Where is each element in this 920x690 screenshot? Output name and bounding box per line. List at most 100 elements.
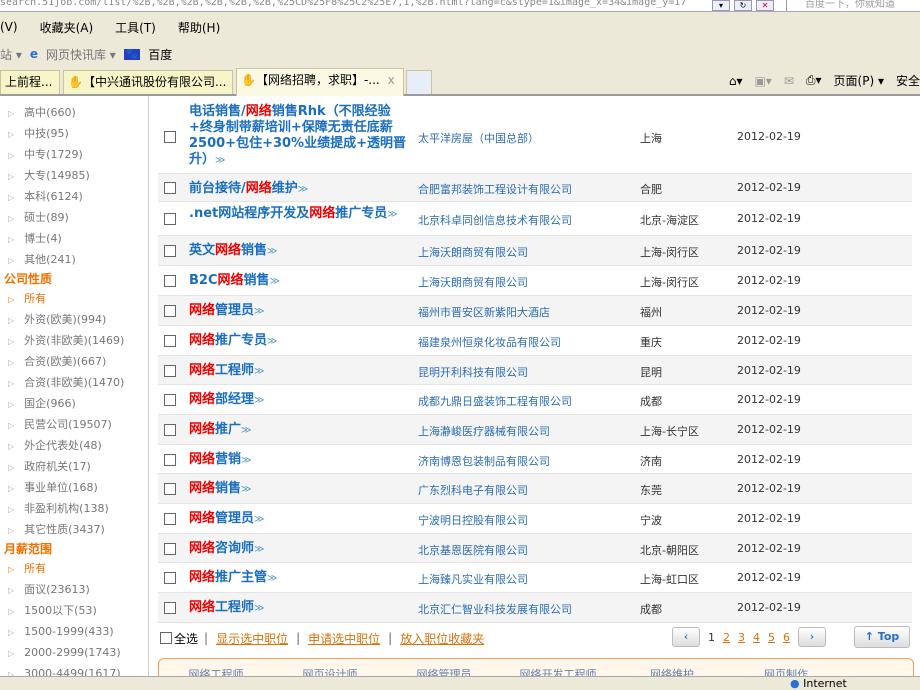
filter-education-item[interactable]: ▷ 硕士(89) [0, 207, 148, 228]
add-favorites-link[interactable]: 放入职位收藏夹 [400, 630, 484, 647]
related-job-link[interactable]: 网页设计师 [273, 666, 387, 676]
job-checkbox[interactable] [164, 245, 176, 257]
page-menu[interactable]: 页面(P) ▾ [834, 72, 884, 89]
company-link[interactable]: 福建泉州恒泉化妆品有限公司 [418, 334, 561, 350]
expand-icon[interactable]: ≫ [254, 514, 264, 525]
page-2[interactable]: 2 [723, 631, 730, 644]
filter-company_type-item[interactable]: ▷ 合资(欧美)(667) [0, 351, 148, 372]
expand-icon[interactable]: ≫ [267, 573, 277, 584]
job-checkbox[interactable] [164, 275, 176, 287]
company-link[interactable]: 上海沃朗商贸有限公司 [418, 274, 528, 290]
page-5[interactable]: 5 [768, 631, 775, 644]
select-all-label[interactable]: 全选 [174, 630, 198, 647]
company-link[interactable]: 北京科卓同创信息技术有限公司 [418, 212, 572, 228]
mail-icon[interactable]: ✉ [784, 74, 794, 88]
filter-salary-item[interactable]: ▷ 面议(23613) [0, 579, 148, 600]
filter-salary-item[interactable]: ▷ 1500-1999(433) [0, 621, 148, 642]
job-title-link[interactable]: 网络咨询师≫ [189, 541, 411, 558]
back-to-top-button[interactable]: ↑ Top [854, 626, 910, 648]
new-tab-button[interactable] [406, 70, 432, 94]
job-title-link[interactable]: 网络推广≫ [189, 422, 411, 439]
job-title-link[interactable]: 英文网络销售≫ [189, 243, 411, 260]
job-title-link[interactable]: 网络营销≫ [189, 452, 411, 469]
job-checkbox[interactable] [164, 335, 176, 347]
job-title-link[interactable]: 网络部经理≫ [189, 392, 411, 409]
company-link[interactable]: 宁波明日控股有限公司 [418, 512, 528, 528]
filter-education-item[interactable]: ▷ 其他(241) [0, 249, 148, 270]
search-input[interactable]: 百度一下，你就知道 [786, 0, 920, 11]
job-checkbox[interactable] [164, 305, 176, 317]
job-checkbox[interactable] [164, 572, 176, 584]
job-checkbox[interactable] [164, 602, 176, 614]
expand-icon[interactable]: ≫ [254, 603, 264, 614]
filter-company_type-item[interactable]: ▷ 合资(非欧美)(1470) [0, 372, 148, 393]
company-link[interactable]: 成都九鼎日盛装饰工程有限公司 [418, 393, 572, 409]
job-title-link[interactable]: 前台接待/网络维护≫ [189, 181, 411, 198]
filter-company_type-item[interactable]: ▷ 其它性质(3437) [0, 519, 148, 540]
menu-help[interactable]: 帮助(H) [178, 19, 220, 36]
link-webslice[interactable]: 网页快讯库 ▾ [46, 46, 116, 63]
job-checkbox[interactable] [164, 483, 176, 495]
job-checkbox[interactable] [164, 213, 176, 225]
dropdown-icon[interactable]: ▾ [712, 0, 730, 11]
expand-icon[interactable]: ≫ [241, 425, 251, 436]
job-checkbox[interactable] [164, 182, 176, 194]
expand-icon[interactable]: ≫ [267, 336, 277, 347]
job-checkbox[interactable] [164, 424, 176, 436]
company-link[interactable]: 北京汇仁智业科技发展有限公司 [418, 601, 572, 617]
job-checkbox[interactable] [164, 365, 176, 377]
expand-icon[interactable]: ≫ [298, 184, 308, 195]
job-checkbox[interactable] [164, 454, 176, 466]
close-tab-icon[interactable]: x [388, 73, 395, 87]
job-title-link[interactable]: 网络管理员≫ [189, 303, 411, 320]
filter-company_type-item[interactable]: ▷ 非盈利机构(138) [0, 498, 148, 519]
job-title-link[interactable]: 网络工程师≫ [189, 363, 411, 380]
apply-selected-link[interactable]: 申请选中职位 [308, 630, 380, 647]
print-icon[interactable]: ⎙▾ [806, 73, 822, 88]
menu-view[interactable]: (V) [0, 20, 18, 34]
job-checkbox[interactable] [164, 394, 176, 406]
filter-salary-item[interactable]: ▷ 3000-4499(1617) [0, 663, 148, 676]
expand-icon[interactable]: ≫ [241, 455, 251, 466]
expand-icon[interactable]: ≫ [254, 306, 264, 317]
filter-education-item[interactable]: ▷ 中技(95) [0, 123, 148, 144]
company-link[interactable]: 北京基恩医院有限公司 [418, 542, 528, 558]
filter-salary-item[interactable]: ▷ 1500以下(53) [0, 600, 148, 621]
expand-icon[interactable]: ≫ [270, 276, 280, 287]
job-title-link[interactable]: B2C网络销售≫ [189, 273, 411, 290]
related-job-link[interactable]: 网络工程师 [159, 666, 273, 676]
filter-company_type-item[interactable]: ▷ 政府机关(17) [0, 456, 148, 477]
related-job-link[interactable]: 网络维护 [615, 666, 729, 676]
job-checkbox[interactable] [164, 513, 176, 525]
company-link[interactable]: 合肥富邦装饰工程设计有限公司 [418, 181, 572, 197]
stop-icon[interactable]: ✕ [756, 0, 774, 11]
related-job-link[interactable]: 网络开发工程师 [501, 666, 615, 676]
job-title-link[interactable]: .net网站程序开发及网络推广专员≫ [189, 206, 411, 223]
link-site[interactable]: 站 ▾ [0, 46, 22, 63]
filter-education-item[interactable]: ▷ 博士(4) [0, 228, 148, 249]
job-title-link[interactable]: 网络管理员≫ [189, 511, 411, 528]
page-6[interactable]: 6 [783, 631, 790, 644]
tab-current[interactable]: ✋【网络招聘，求职】-... x [236, 68, 404, 96]
select-all-checkbox[interactable] [160, 632, 172, 644]
url-text[interactable]: search.51job.com/list/%2B,%2B,%2B,%2B,%2… [0, 0, 686, 8]
expand-icon[interactable]: ≫ [387, 209, 397, 220]
job-title-link[interactable]: 电话销售/网络销售Rhk（不限经验+终身制带薪培训+保障无责任底薪2500+包住… [189, 104, 411, 169]
expand-icon[interactable]: ≫ [254, 544, 264, 555]
expand-icon[interactable]: ≫ [215, 155, 225, 166]
job-title-link[interactable]: 网络销售≫ [189, 481, 411, 498]
home-icon[interactable]: ⌂▾ [729, 74, 743, 88]
job-title-link[interactable]: 网络推广专员≫ [189, 333, 411, 350]
company-link[interactable]: 福州市晋安区新紫阳大酒店 [418, 304, 550, 320]
filter-education-item[interactable]: ▷ 本科(6124) [0, 186, 148, 207]
filter-company_type-item[interactable]: ▷ 外资(非欧美)(1469) [0, 330, 148, 351]
menu-tools[interactable]: 工具(T) [115, 19, 156, 36]
tab-zte[interactable]: ✋【中兴通讯股份有限公司... [63, 70, 233, 94]
job-title-link[interactable]: 网络推广主管≫ [189, 570, 411, 587]
filter-company_type-item[interactable]: ▷ 外资(欧美)(994) [0, 309, 148, 330]
filter-company_type-item[interactable]: ▷ 事业单位(168) [0, 477, 148, 498]
company-link[interactable]: 上海臻凡实业有限公司 [418, 571, 528, 587]
filter-company_type-item[interactable]: ▷ 所有 [0, 288, 148, 309]
job-checkbox[interactable] [164, 543, 176, 555]
feeds-icon[interactable]: ▣▾ [754, 74, 771, 88]
